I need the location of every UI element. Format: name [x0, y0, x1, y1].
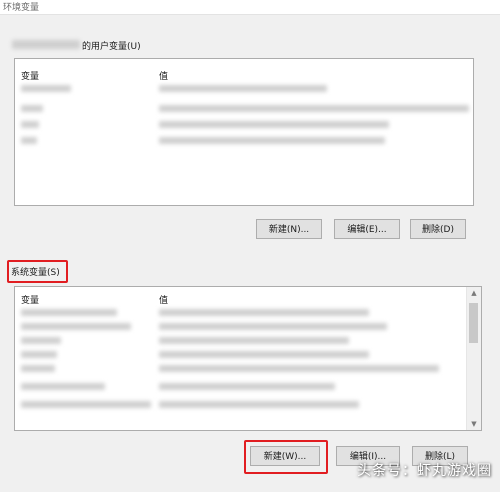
system-variables-list[interactable]: 变量 值 ▲ ▼	[14, 286, 482, 431]
list-item[interactable]	[15, 321, 481, 333]
list-item[interactable]	[15, 349, 481, 361]
user-col-variable[interactable]: 变量	[21, 69, 39, 82]
list-item[interactable]	[15, 381, 481, 393]
list-item[interactable]	[15, 135, 473, 147]
user-edit-button[interactable]: 编辑(E)...	[334, 219, 400, 239]
user-new-button[interactable]: 新建(N)...	[256, 219, 322, 239]
list-item[interactable]	[15, 103, 473, 115]
user-variables-label: 的用户变量(U)	[82, 42, 141, 52]
list-item[interactable]	[15, 335, 481, 347]
list-item[interactable]	[15, 399, 481, 411]
scroll-up-icon[interactable]: ▲	[467, 287, 481, 299]
system-label-highlight	[7, 260, 68, 283]
system-list-scrollbar[interactable]: ▲ ▼	[466, 287, 481, 430]
system-new-highlight	[244, 440, 328, 474]
system-col-variable[interactable]: 变量	[21, 293, 39, 306]
window-title-bar: 环境变量	[0, 0, 500, 15]
window-title: 环境变量	[3, 3, 40, 13]
list-item[interactable]	[15, 119, 473, 131]
list-item[interactable]	[15, 307, 481, 319]
user-name-redacted	[12, 40, 80, 49]
scroll-down-icon[interactable]: ▼	[467, 418, 481, 430]
user-delete-button[interactable]: 删除(D)	[410, 219, 466, 239]
list-item[interactable]	[15, 363, 481, 375]
system-col-value[interactable]: 值	[159, 293, 168, 306]
watermark: 头条号：虾丸游戏圈	[357, 463, 492, 479]
user-variables-list[interactable]: 变量 值	[14, 58, 474, 206]
scroll-thumb[interactable]	[469, 303, 478, 343]
list-item[interactable]	[15, 83, 473, 95]
user-col-value[interactable]: 值	[159, 69, 168, 82]
